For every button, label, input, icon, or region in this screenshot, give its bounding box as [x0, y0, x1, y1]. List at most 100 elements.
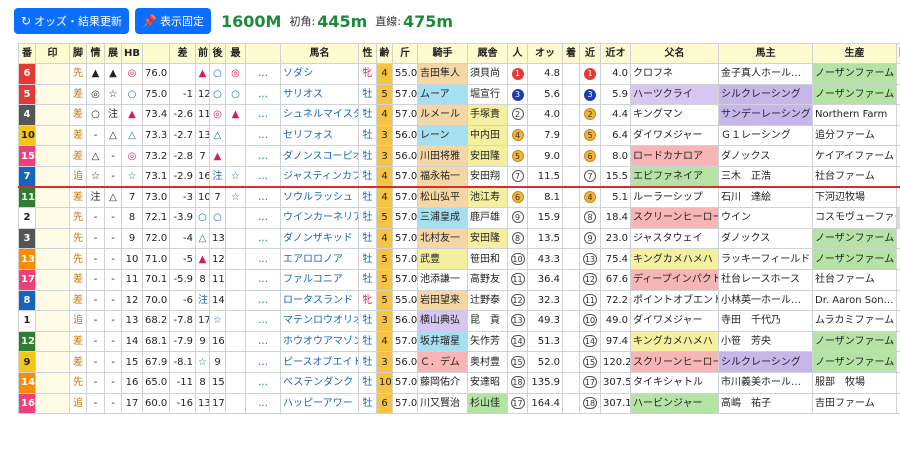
horse-name[interactable]: サリオス: [280, 83, 359, 106]
horse-name[interactable]: ウインカーネリアン: [280, 207, 359, 229]
horse-name[interactable]: ロータスランド: [280, 289, 359, 312]
column-header[interactable]: 間隔: [896, 43, 900, 64]
column-header[interactable]: HB: [121, 43, 143, 64]
mark-select[interactable]: [35, 289, 70, 312]
column-header[interactable]: 印: [35, 43, 70, 64]
mark-select[interactable]: [35, 268, 70, 291]
popularity-rank: 6: [507, 186, 528, 209]
column-header[interactable]: 馬主: [718, 43, 813, 64]
horse-name[interactable]: ソウルラッシュ: [280, 186, 359, 209]
horse-name[interactable]: ピースオブエイト: [280, 351, 359, 373]
column-header[interactable]: 最: [225, 43, 246, 64]
table-row[interactable]: 1追--1368.2-7.817☆…マテンロウオリオン牡356.0横山典弘昆 貢…: [18, 310, 900, 332]
horse-name[interactable]: ジャスティンカフェ: [280, 165, 359, 189]
horse-name[interactable]: ファルコニア: [280, 268, 359, 291]
horse-name[interactable]: ベステンダンク: [280, 371, 359, 394]
more-menu[interactable]: …: [245, 145, 281, 167]
column-header[interactable]: 情: [86, 43, 105, 64]
more-menu[interactable]: …: [245, 289, 281, 312]
table-row[interactable]: 14 先 - -16 65.0 -11 8 15… ベステンダンク牡 10 57.0 藤岡佑介 安達昭 1…: [18, 371, 900, 394]
more-menu[interactable]: …: [245, 186, 281, 209]
mark-select[interactable]: [35, 165, 70, 189]
horse-sex: 牡: [358, 186, 377, 209]
more-menu[interactable]: …: [245, 63, 281, 85]
mark-select[interactable]: [35, 145, 70, 167]
table-row[interactable]: 7追☆-☆73.1-2.916注☆…ジャスティンカフェ牡457.0福永祐一安田翔…: [18, 165, 900, 189]
mark-select[interactable]: [35, 83, 70, 106]
column-header[interactable]: [142, 43, 170, 64]
pin-display-button[interactable]: 📌 表示固定: [135, 8, 212, 34]
column-header[interactable]: 斤: [392, 43, 418, 64]
mark-select[interactable]: [35, 186, 70, 209]
more-menu[interactable]: …: [245, 248, 281, 270]
table-row[interactable]: 2先--872.1-3.9○○…ウインカーネリアン牡557.0三浦皇成鹿戸雄91…: [18, 207, 900, 229]
mark-select[interactable]: [35, 227, 70, 250]
horse-name[interactable]: シュネルマイスター: [280, 104, 359, 126]
table-row[interactable]: 13 先 - -10 71.0 -5 ▲ 12… エアロロノア牡 5 57.0 武豊 笹田和 10 43.3…: [18, 248, 900, 270]
horse-name[interactable]: ソダシ: [280, 63, 359, 85]
horse-name[interactable]: セリフォス: [280, 124, 359, 147]
horse-name[interactable]: ハッピーアワー: [280, 392, 359, 415]
table-row[interactable]: 3 先 - -9 72.0 -4 △ 13… ダノンザキッド牡 4 57.0 北村友一 安田隆 8 13.5…: [18, 227, 900, 250]
table-row[interactable]: 5 差 ◎ ☆ ○ 75.0 -1 12 ○ ○… サリオス牡 5 57.0 ムーア 堀宣行 3 5.6 3 5.9…: [18, 83, 900, 106]
table-row[interactable]: 8 差 - -12 70.0 -6 注 14… ロータスランド牝 5 55.0 岩田望来 辻野泰 12 32…: [18, 289, 900, 312]
horse-name[interactable]: ダノンスコーピオン: [280, 145, 359, 167]
mark-select[interactable]: [35, 248, 70, 270]
column-header[interactable]: 近オ: [600, 43, 631, 64]
more-menu[interactable]: …: [245, 207, 281, 229]
table-row[interactable]: 6 先 ▲ ▲ ◎ 76.0 ▲ ○ ◎… ソダシ牝 4 55.0 吉田隼人 須貝尚 1 4.8 1 4.0 クロフ…: [18, 63, 900, 85]
column-header[interactable]: 馬名: [280, 43, 359, 64]
mark-select[interactable]: [35, 330, 70, 353]
more-menu[interactable]: …: [245, 310, 281, 332]
mark-select[interactable]: [35, 124, 70, 147]
more-menu[interactable]: …: [245, 83, 281, 106]
refresh-odds-button[interactable]: ↻ オッズ・結果更新: [14, 8, 130, 34]
column-header[interactable]: 父名: [630, 43, 719, 64]
column-header[interactable]: オッ: [527, 43, 563, 64]
column-header[interactable]: 人: [507, 43, 528, 64]
table-row[interactable]: 4差○注▲73.4-2.611◎▲…シュネルマイスター牡457.0ルメール手塚貴…: [18, 104, 900, 126]
more-menu[interactable]: …: [245, 351, 281, 373]
column-header[interactable]: 脚: [69, 43, 87, 64]
table-row[interactable]: 12 差 - -14 68.1 -7.9 9 16… ホウオウアマゾン牡 4 57.0 坂井瑠星 矢作芳…: [18, 330, 900, 353]
mark-select[interactable]: [35, 104, 70, 126]
column-header[interactable]: 前: [195, 43, 210, 64]
more-menu[interactable]: …: [245, 124, 281, 147]
column-header[interactable]: 展: [104, 43, 122, 64]
column-header[interactable]: 生産: [812, 43, 897, 64]
table-row[interactable]: 17 差 - -11 70.1 -5.9 8 11… ファルコニア牡 5 57.0 池添謙一 高野友 11…: [18, 268, 900, 291]
more-menu[interactable]: …: [245, 227, 281, 250]
column-header[interactable]: 近: [579, 43, 601, 64]
mark-select[interactable]: [35, 371, 70, 394]
column-header[interactable]: 後: [209, 43, 226, 64]
horse-name[interactable]: ホウオウアマゾン: [280, 330, 359, 353]
column-header[interactable]: 性: [358, 43, 377, 64]
horse-name[interactable]: マテンロウオリオン: [280, 310, 359, 332]
mark-select[interactable]: [35, 351, 70, 373]
more-menu[interactable]: …: [245, 392, 281, 415]
horse-name[interactable]: エアロロノア: [280, 248, 359, 270]
table-row[interactable]: 15差△-◎73.2-2.87▲…ダノンスコーピオン牡356.0川田将雅安田隆5…: [18, 145, 900, 167]
mark-select[interactable]: [35, 392, 70, 415]
column-header[interactable]: 騎手: [417, 43, 468, 64]
more-menu[interactable]: …: [245, 165, 281, 189]
column-header[interactable]: 着: [562, 43, 580, 64]
horse-name[interactable]: ダノンザキッド: [280, 227, 359, 250]
table-row[interactable]: 10 差 - △ △ 73.3 -2.7 13 △… セリフォス牡 3 56.0 レーン 中内田 4 7.9 5…: [18, 124, 900, 147]
mark-select[interactable]: [35, 310, 70, 332]
mark-select[interactable]: [35, 207, 70, 229]
column-header[interactable]: [245, 43, 281, 64]
table-row[interactable]: 9 差 - -15 67.9 -8.1 ☆ 9… ピースオブエイト牡 3 56.0 Ｃ．デム 奥村豊 15…: [18, 351, 900, 373]
column-header[interactable]: 差: [169, 43, 196, 64]
table-row[interactable]: 16 追 - -17 60.0 -16 13 17… ハッピーアワー牡 6 57.0 川又賢治 杉山佳 1…: [18, 392, 900, 415]
more-menu[interactable]: …: [245, 104, 281, 126]
weight-carried: 56.0: [392, 351, 418, 373]
more-menu[interactable]: …: [245, 268, 281, 291]
more-menu[interactable]: …: [245, 371, 281, 394]
more-menu[interactable]: …: [245, 330, 281, 353]
column-header[interactable]: 番: [18, 43, 36, 64]
column-header[interactable]: 齢: [376, 43, 393, 64]
table-row[interactable]: 11 差注 △ 7 73.0 -3 10 7 ☆… ソウルラッシュ牡 4 57.0 松山弘平 池江寿 6 8.…: [18, 186, 900, 209]
column-header[interactable]: 厩舎: [467, 43, 508, 64]
mark-select[interactable]: [35, 63, 70, 85]
